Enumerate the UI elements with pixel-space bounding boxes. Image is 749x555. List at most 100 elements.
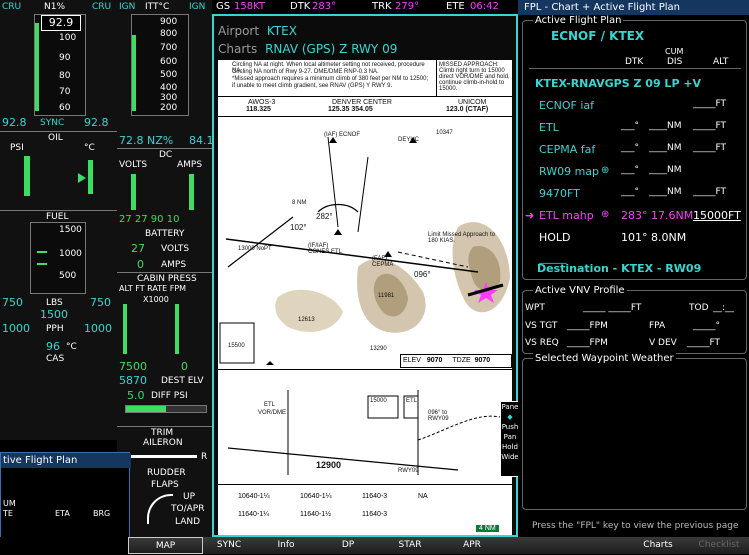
dest-elv-label: DEST ELV (161, 376, 204, 386)
mins-na: NA (418, 493, 428, 500)
pane-tab-pane: Pane (501, 403, 519, 411)
scale-4nm: 4 NM (476, 525, 499, 532)
softkey-info[interactable]: Info (255, 537, 318, 554)
chart-airport-row: Airport KTEX (218, 24, 297, 38)
softkey-blank-3[interactable] (591, 537, 628, 554)
procedure-row[interactable]: KTEX-RNAVGPS Z 09 LP +V (535, 77, 701, 90)
flaps-land: LAND (175, 517, 201, 527)
fuel-tick-500: 500 (59, 271, 77, 281)
afp-route[interactable]: ECNOF / KTEX (551, 29, 644, 43)
flaps-label: FLAPS (151, 480, 179, 490)
vnv-title: Active VNV Profile (533, 285, 627, 296)
ign-label-right: IGN (189, 2, 206, 12)
fpl-row-rw09[interactable]: RW09 map ⊕ ___° ____NM (523, 165, 746, 187)
softkey-checklist[interactable]: Checklist (689, 537, 749, 554)
cabin-x1000: X1000 (143, 295, 169, 304)
tdze-label: TDZE (452, 357, 471, 364)
itt-tape: 900 800 700 600 500 400 300 200 (131, 14, 189, 116)
amps-gauge (189, 174, 194, 210)
aileron-label: AILERON (143, 438, 183, 448)
fpl-row-ecnof[interactable]: ECNOF iaf _____FT (523, 99, 746, 121)
fpl-row-9470[interactable]: 9470FT ___° ____NM _____FT (523, 187, 746, 209)
spot-11981: 11981 (378, 293, 395, 299)
alt-13000: 13000 NoPT (238, 246, 272, 252)
mins-b2: 11640-1½ (300, 511, 332, 518)
nav-data-bar: GS 158KT DTK 283° TRK 279° ETE 06:42 (212, 0, 518, 14)
profile-096: 096° to RWY09 (428, 410, 449, 422)
amps-label: AMPS (177, 160, 203, 170)
softkey-dp[interactable]: DP (317, 537, 380, 554)
fpl-row-hold[interactable]: HOLD 101° 8.0NM (523, 231, 746, 253)
cru-label-right: CRU (92, 2, 112, 12)
wpt-dis: ____NM (649, 165, 682, 175)
plate-note-2: Circling NA north of Rwy 9-27. DME/DME R… (232, 69, 379, 75)
softkey-apr[interactable]: APR (441, 537, 504, 554)
pph-label: PPH (46, 324, 64, 334)
fuel-left-value: 750 (2, 296, 23, 309)
flaps-to: TO/APR (171, 504, 205, 514)
vstgt-value: _____FPM (567, 321, 608, 331)
dtk-value: 283° (312, 1, 337, 12)
cabin-alt-gauge (123, 304, 127, 354)
plate-note-3: *Missed approach requires a minimum clim… (232, 76, 429, 82)
limit-note: Limit Missed Approach to 180 KIAS. (428, 232, 496, 244)
wpt-name: HOLD (539, 231, 571, 244)
fuel-label: FUEL (46, 212, 69, 222)
diff-label: DIFF PSI (151, 391, 188, 401)
n1-tape: 92.9 100 90 80 70 60 (34, 14, 86, 116)
pane-tab-wide: Wide (501, 453, 519, 461)
itt-tick-200: 200 (160, 103, 178, 113)
vsreq-label: VS REQ (525, 338, 559, 348)
ete-label: ETE (446, 1, 465, 12)
wpt-alt: _____FT (693, 143, 727, 153)
softkey-blank-2[interactable] (547, 537, 592, 554)
wpt-dis: 17.6NM (651, 209, 694, 222)
fix-cepma: (FAF) CEPMA (372, 256, 394, 268)
fpl-row-cepma[interactable]: CEPMA faf ___° ____NM _____FT (523, 143, 746, 165)
cabin-rate-gauge (175, 304, 179, 354)
itt-tick-500: 500 (160, 70, 178, 80)
fuel-tick-1500: 1500 (59, 225, 82, 235)
vnv-profile-box: Active VNV Profile WPT _____ _____FT TOD… (522, 285, 747, 354)
airport-value[interactable]: KTEX (267, 24, 297, 38)
softkey-charts[interactable]: Charts (627, 537, 690, 554)
trk-label: TRK (372, 1, 392, 12)
vstgt-label: VS TGT (525, 321, 558, 331)
chart-pane[interactable]: Airport KTEX Charts RNAV (GPS) Z RWY 09 … (212, 14, 520, 537)
approach-plate[interactable]: Circling NA at night. When local altimet… (218, 60, 512, 535)
charts-label: Charts (218, 42, 258, 56)
engine-panel-left: CRU N1% CRU 92.9 100 90 80 70 60 92.8 SY… (0, 0, 117, 440)
wpt-dtk: ___° (621, 121, 639, 131)
dc-values: 27 27 90 10 (119, 214, 180, 225)
softkey-sync[interactable]: SYNC (203, 537, 256, 554)
weather-title: Selected Waypoint Weather (533, 353, 676, 364)
elev-value: 9070 (426, 357, 443, 364)
mini-col-um: UM (3, 499, 16, 508)
fpl-row-etl[interactable]: ETL ___° ____NM _____FT (523, 121, 746, 143)
softkey-star[interactable]: STAR (379, 537, 442, 554)
pph-right: 1000 (84, 322, 112, 335)
n1-right-value: 92.8 (84, 116, 109, 129)
charts-value[interactable]: RNAV (GPS) Z RWY 09 (265, 42, 397, 56)
n1-tick-80: 80 (59, 71, 71, 81)
itt-tick-900: 900 (160, 17, 178, 27)
sync-label: SYNC (40, 118, 65, 128)
wpt-dis: 8.0NM (651, 231, 687, 244)
softkey-map[interactable]: MAP (128, 537, 203, 554)
wpt-name: ECNOF iaf (539, 99, 595, 112)
destination-row[interactable]: Destination - KTEX - RW09 (537, 262, 701, 275)
pane-control-tab[interactable]: Pane ◆ Push Pan Hold Wide (500, 401, 520, 477)
footer-hint: Press the "FPL" key to view the previous… (532, 521, 739, 531)
course-096: 096° (414, 270, 431, 279)
volts-label: VOLTS (119, 160, 148, 170)
selected-waypoint-weather-box: Selected Waypoint Weather (522, 353, 747, 510)
wpt-name: 9470FT (539, 187, 580, 200)
trk-value: 279° (395, 1, 420, 12)
fix-ecnof: (IAF) ECNOF (324, 132, 360, 138)
softkey-blank-1[interactable] (503, 537, 548, 554)
mini-flight-plan[interactable]: tive Flight Plan UM TE ETA BRG (0, 452, 131, 539)
fpl-row-etl-mahp-active[interactable]: ➜ ETL mahp ⊕ 283° 17.6NM 15000FT (523, 209, 746, 231)
wpt-dtk: ___° (621, 165, 639, 175)
fix-deyuc: DEYUC (398, 137, 420, 143)
profile-etl-box: ETL (406, 398, 418, 404)
